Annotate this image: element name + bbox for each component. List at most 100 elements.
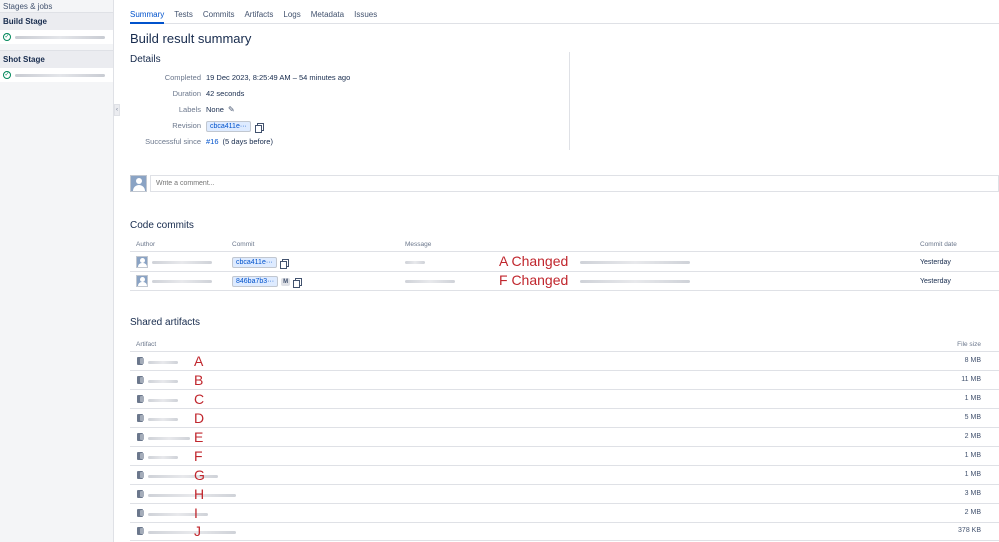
col-message: Message <box>405 241 432 248</box>
redacted-artifact-name <box>148 494 236 497</box>
artifact-annotation: J <box>194 523 201 539</box>
job-item[interactable]: ✓ <box>0 30 113 44</box>
artifact-row[interactable]: C 1 MB <box>130 390 999 409</box>
commit-date: Yesterday <box>920 278 951 285</box>
redacted-author <box>152 261 212 264</box>
artifact-row[interactable]: J 378 KB <box>130 522 999 541</box>
tab-tests[interactable]: Tests <box>174 10 193 24</box>
detail-label: Successful since <box>145 137 201 146</box>
commit-annotation: F Changed <box>499 272 569 288</box>
tab-summary[interactable]: Summary <box>130 10 165 24</box>
commit-cell: 846ba7b3··· M <box>232 276 303 288</box>
copy-icon[interactable] <box>254 122 264 133</box>
commit-annotation: A Changed <box>499 253 569 269</box>
build-link[interactable]: #16 <box>206 137 219 146</box>
artifact-annotation: B <box>194 372 204 388</box>
artifact-row[interactable]: F 1 MB <box>130 447 999 466</box>
redacted-message <box>405 261 425 264</box>
commit-hash[interactable]: 846ba7b3··· <box>232 276 279 287</box>
artifact-annotation: H <box>194 486 205 502</box>
redacted-artifact-name <box>148 475 218 478</box>
artifact-size: 1 MB <box>964 471 981 478</box>
revision-hash[interactable]: cbca411e··· <box>206 121 251 132</box>
col-commit-date: Commit date <box>920 241 957 248</box>
stage-build[interactable]: Build Stage <box>0 12 113 30</box>
sidebar: Stages & jobs Build Stage ✓ Shot Stage ✓ <box>0 0 114 542</box>
artifact-annotation: A <box>194 353 204 369</box>
details-title: Details <box>130 54 161 65</box>
detail-label: Completed <box>164 73 201 82</box>
artifact-row[interactable]: H 3 MB <box>130 485 999 504</box>
detail-revision: Revision cbca411e··· <box>130 121 570 133</box>
main-content: Summary Tests Commits Artifacts Logs Met… <box>130 0 999 542</box>
commit-hash[interactable]: cbca411e··· <box>232 257 277 268</box>
artifact-size: 1 MB <box>964 395 981 402</box>
redacted-job-name <box>15 35 105 39</box>
stage-shot[interactable]: Shot Stage <box>0 50 113 68</box>
artifact-size: 1 MB <box>964 452 981 459</box>
tab-logs[interactable]: Logs <box>283 10 300 24</box>
job-item[interactable]: ✓ <box>0 68 113 82</box>
artifact-size: 2 MB <box>964 509 981 516</box>
file-icon <box>137 527 144 535</box>
artifact-row[interactable]: E 2 MB <box>130 428 999 447</box>
details-panel: Details Completed 19 Dec 2023, 8:25:49 A… <box>130 52 570 150</box>
redacted-artifact-name <box>148 531 236 534</box>
detail-value: #16 (5 days before) <box>206 137 273 146</box>
artifact-annotation: I <box>194 505 198 521</box>
file-icon <box>137 452 144 460</box>
artifact-row[interactable]: A 8 MB <box>130 352 999 371</box>
check-circle-icon: ✓ <box>3 33 11 41</box>
artifacts-title: Shared artifacts <box>130 317 201 328</box>
detail-value: 42 seconds <box>206 89 245 98</box>
user-avatar-icon <box>136 256 148 268</box>
user-avatar-icon <box>136 275 148 287</box>
artifact-row[interactable]: G 1 MB <box>130 466 999 485</box>
copy-icon[interactable] <box>293 277 303 288</box>
check-circle-icon: ✓ <box>3 71 11 79</box>
detail-duration: Duration 42 seconds <box>130 89 570 101</box>
redacted-artifact-name <box>148 456 178 459</box>
redacted-message <box>580 280 690 283</box>
tab-metadata[interactable]: Metadata <box>311 10 344 24</box>
col-artifact: Artifact <box>136 341 157 348</box>
artifact-size: 8 MB <box>964 357 981 364</box>
redacted-artifact-name <box>148 418 178 421</box>
artifact-annotation: C <box>194 391 205 407</box>
redacted-message <box>405 280 455 283</box>
detail-labels: Labels None ✎ <box>130 105 570 117</box>
commit-row: 846ba7b3··· M F Changed Yesterday <box>130 272 999 291</box>
redacted-author <box>152 280 212 283</box>
redacted-job-name <box>15 73 105 77</box>
pencil-icon[interactable]: ✎ <box>228 105 235 114</box>
artifact-size: 11 MB <box>961 376 981 383</box>
artifact-size: 3 MB <box>964 490 981 497</box>
commits-header: Author Commit Message Commit date <box>130 238 999 252</box>
artifact-size: 378 KB <box>958 527 981 534</box>
artifact-row[interactable]: B 11 MB <box>130 371 999 390</box>
col-commit: Commit <box>232 241 255 248</box>
artifact-row[interactable]: D 5 MB <box>130 409 999 428</box>
file-icon <box>137 376 144 384</box>
file-icon <box>137 433 144 441</box>
detail-label: Revision <box>172 121 201 130</box>
redacted-artifact-name <box>148 513 208 516</box>
detail-label: Labels <box>178 105 201 114</box>
tab-commits[interactable]: Commits <box>203 10 235 24</box>
file-icon <box>137 395 144 403</box>
file-icon <box>137 414 144 422</box>
artifact-row[interactable]: I 2 MB <box>130 504 999 523</box>
artifacts-header: Artifact File size <box>130 338 999 352</box>
merge-badge: M <box>281 277 291 286</box>
file-icon <box>137 357 144 365</box>
commit-cell: cbca411e··· <box>232 257 289 269</box>
comment-row <box>130 175 999 193</box>
comment-input[interactable] <box>150 175 999 192</box>
file-icon <box>137 509 144 517</box>
tab-issues[interactable]: Issues <box>354 10 377 24</box>
tab-artifacts[interactable]: Artifacts <box>244 10 273 24</box>
tab-bar: Summary Tests Commits Artifacts Logs Met… <box>130 10 999 24</box>
sidebar-collapse-button[interactable]: ‹ <box>114 104 120 116</box>
user-avatar-icon <box>130 175 147 192</box>
copy-icon[interactable] <box>279 258 289 269</box>
